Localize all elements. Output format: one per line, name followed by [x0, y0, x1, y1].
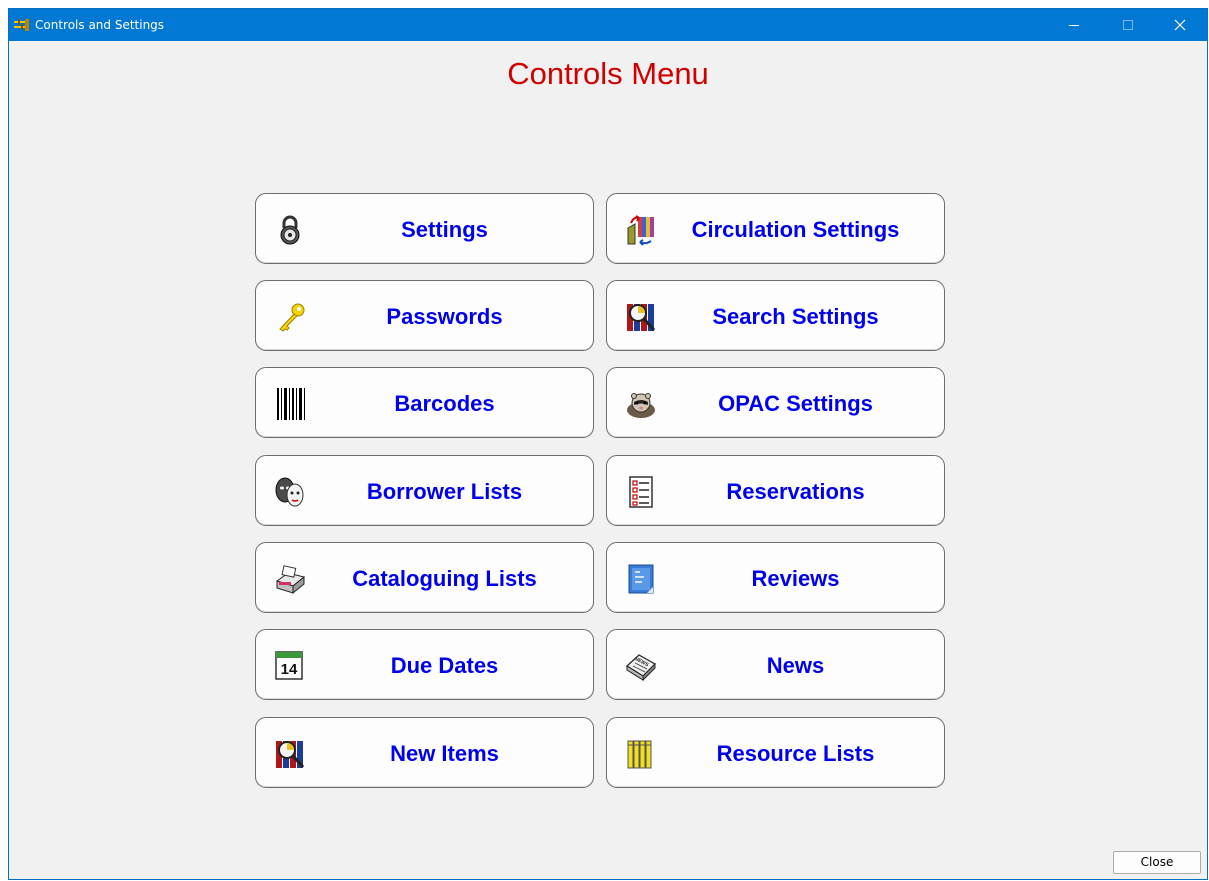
cataloguing-lists-button[interactable]: Cataloguing Lists: [255, 542, 594, 613]
newspaper-icon: NEWS: [626, 654, 656, 682]
reservations-button[interactable]: Reservations: [606, 455, 945, 526]
barcodes-label: Barcodes: [394, 391, 495, 416]
passwords-label: Passwords: [386, 304, 503, 329]
due-dates-button[interactable]: 14 Due Dates: [255, 629, 594, 700]
window-title: Controls and Settings: [35, 18, 165, 32]
checklist-icon: [629, 476, 653, 508]
borrower-lists-button[interactable]: Borrower Lists: [255, 455, 594, 526]
close-button[interactable]: Close: [1113, 851, 1201, 874]
resource-lists-button[interactable]: Resource Lists: [606, 717, 945, 788]
search-settings-label: Search Settings: [712, 304, 879, 329]
review-page-icon: [628, 564, 654, 594]
borrower-lists-label: Borrower Lists: [366, 479, 523, 504]
circulation-settings-label: Circulation Settings: [691, 217, 900, 242]
new-items-label: New Items: [390, 741, 499, 766]
settings-label: Settings: [401, 217, 488, 242]
opac-settings-label: OPAC Settings: [718, 391, 873, 416]
new-items-button[interactable]: New Items: [255, 717, 594, 788]
title-bar[interactable]: Controls and Settings: [9, 9, 1207, 41]
barcodes-button[interactable]: Barcodes: [255, 367, 594, 438]
settings-button[interactable]: Settings: [255, 193, 594, 264]
news-label: News: [766, 653, 825, 678]
news-button[interactable]: NEWS News: [606, 629, 945, 700]
ferret-icon: [627, 393, 655, 418]
books-magnifier-icon: [627, 304, 656, 332]
close-window-button[interactable]: [1157, 9, 1203, 41]
minimize-button[interactable]: [1051, 9, 1097, 41]
calendar-day-text: 14: [281, 661, 298, 678]
barcode-icon: [277, 388, 305, 420]
maximize-button[interactable]: [1105, 9, 1151, 41]
card-catalog-icon: [275, 565, 306, 595]
app-icon: [14, 19, 29, 31]
resource-lists-label: Resource Lists: [716, 741, 875, 766]
opac-settings-button[interactable]: OPAC Settings: [606, 367, 945, 438]
reviews-button[interactable]: Reviews: [606, 542, 945, 613]
search-settings-button[interactable]: Search Settings: [606, 280, 945, 351]
page-title: Controls Menu: [507, 56, 709, 91]
due-dates-label: Due Dates: [390, 653, 499, 678]
reviews-label: Reviews: [751, 566, 840, 591]
padlock-icon: [280, 215, 300, 245]
calendar-icon: 14: [275, 651, 303, 680]
books-arrows-icon: [627, 215, 654, 246]
passwords-button[interactable]: Passwords: [255, 280, 594, 351]
books-magnifier-icon: [276, 741, 305, 769]
folders-icon: [627, 740, 652, 769]
key-icon: [279, 303, 305, 332]
app-window: Controls and Settings Controls Menu Sett…: [8, 8, 1208, 880]
cataloguing-lists-label: Cataloguing Lists: [352, 566, 537, 591]
circulation-settings-button[interactable]: Circulation Settings: [606, 193, 945, 264]
masks-icon: [275, 477, 304, 507]
reservations-label: Reservations: [726, 479, 865, 504]
